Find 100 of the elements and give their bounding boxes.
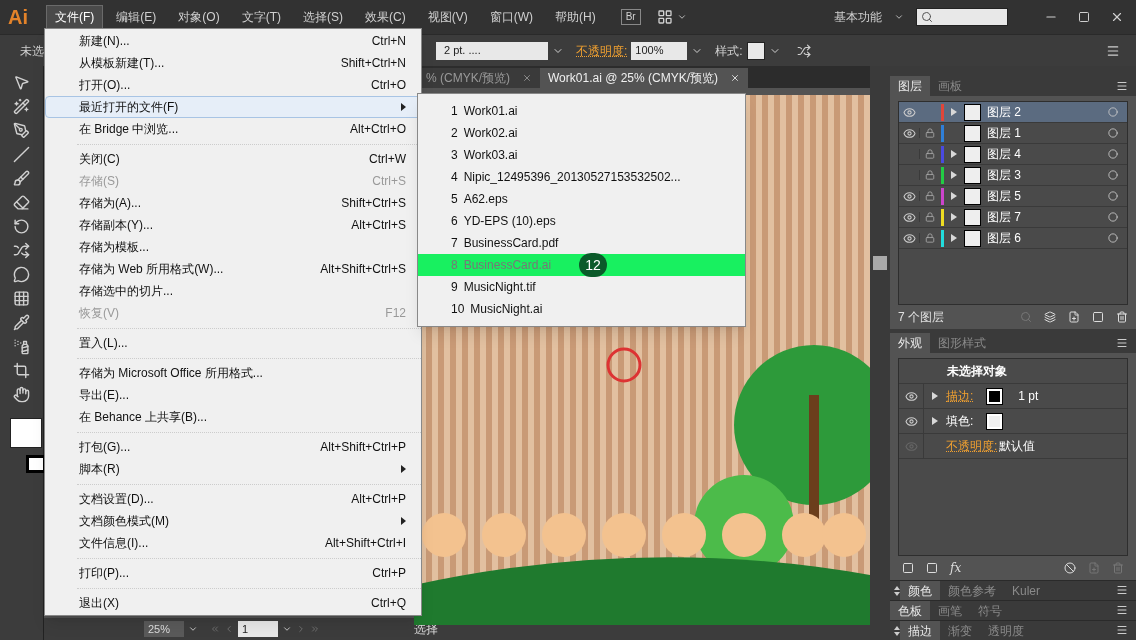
panel-tab[interactable]: 图层 [890,76,930,96]
menu-option[interactable]: 文件信息(I)... Alt+Shift+Ctrl+I [77,532,421,554]
target-icon[interactable] [1108,191,1118,201]
page-field[interactable]: 1 [238,621,278,637]
panel-menu-icon[interactable] [1116,584,1128,596]
new-sublayer-icon[interactable] [1068,311,1080,323]
expand-arrow-icon[interactable] [951,150,957,158]
menu-option[interactable]: 新建(N)... Ctrl+N [45,30,421,52]
eye-icon[interactable] [902,105,916,119]
clear-icon[interactable] [1064,562,1076,574]
menu-option[interactable]: 存储为 Microsoft Office 所用格式... [77,362,421,384]
expand-arrow-icon[interactable] [951,171,957,179]
magic-wand-icon[interactable] [13,98,30,115]
menu-option[interactable]: 导出(E)... [77,384,421,406]
target-icon[interactable] [1108,170,1118,180]
lock-icon[interactable] [925,149,935,159]
selection-icon[interactable] [13,74,30,91]
close-icon[interactable] [1110,10,1124,24]
expand-arrow-icon[interactable] [932,392,938,400]
new-fill-icon[interactable] [926,562,938,574]
close-icon[interactable] [730,73,740,83]
recent-file-option[interactable]: 9 MusicNight.tif [418,276,745,298]
menu-item[interactable]: 视图(V) [418,5,477,29]
layer-row[interactable]: 图层 7 [899,207,1127,228]
workspace-switcher[interactable]: 基本功能 [826,8,890,26]
line-icon[interactable] [13,146,30,163]
menu-option[interactable]: 在 Bridge 中浏览... Alt+Ctrl+O [45,118,421,140]
delete-icon[interactable] [1116,311,1128,323]
color-swatch[interactable] [987,413,1003,429]
hand-icon[interactable] [13,386,30,403]
menu-option[interactable]: 打包(G)... Alt+Shift+Ctrl+P [77,436,421,458]
maximize-icon[interactable] [1078,11,1090,23]
scrollbar-thumb[interactable] [873,256,887,270]
new-layer-icon[interactable] [1092,311,1104,323]
recent-file-option[interactable]: 7 BusinessCard.pdf [418,232,745,254]
menu-option[interactable]: 从模板新建(T)... Shift+Ctrl+N [45,52,421,74]
lock-icon[interactable] [925,212,935,222]
expand-arrow-icon[interactable] [951,234,957,242]
panel-tab[interactable]: 色板 [890,601,930,620]
menu-option[interactable]: 打开(O)... Ctrl+O [45,74,421,96]
recent-file-option[interactable]: 3 Work03.ai [418,144,745,166]
lock-icon[interactable] [925,128,935,138]
menu-option[interactable]: 存储为 Web 所用格式(W)... Alt+Shift+Ctrl+S [77,258,421,280]
lock-icon[interactable] [925,170,935,180]
eye-icon[interactable] [904,414,918,428]
style-swatch[interactable] [746,41,765,60]
recent-file-option[interactable]: 5 A62.eps [418,188,745,210]
recent-file-option[interactable]: 10 MusicNight.ai [418,298,745,320]
menu-option[interactable]: 脚本(R) [77,458,421,480]
rotate-icon[interactable] [13,218,30,235]
panel-menu-icon[interactable] [1116,604,1128,616]
recent-file-option[interactable]: 2 Work02.ai [418,122,745,144]
menu-option[interactable]: 存储为模板... [77,236,421,258]
expand-arrow-icon[interactable] [951,213,957,221]
caret-icon[interactable] [282,624,292,634]
stroke-weight-field[interactable]: 2 pt. .... [436,41,548,60]
menu-item[interactable]: 文字(T) [232,5,290,29]
eraser-icon[interactable] [13,194,30,211]
panel-menu-icon[interactable] [1106,43,1120,58]
appearance-row[interactable]: 描边: 1 pt [899,384,1127,409]
eye-icon[interactable] [902,231,916,245]
caret-icon[interactable] [676,12,687,22]
recent-file-option[interactable]: 8 BusinessCard.ai 12 [418,254,745,276]
document-tab[interactable]: Work01.ai @ 25% (CMYK/预览) [540,68,748,88]
color-swatch[interactable] [987,388,1003,404]
new-stroke-icon[interactable] [902,562,914,574]
menu-item[interactable]: 选择(S) [294,5,352,29]
layer-row[interactable]: 图层 3 [899,165,1127,186]
search-field[interactable] [916,8,1008,26]
mesh-icon[interactable] [13,290,30,307]
lock-icon[interactable] [925,233,935,243]
opacity-link[interactable]: 不透明度: [576,41,628,60]
menu-option[interactable]: 存储为(A)... Shift+Ctrl+S [77,192,421,214]
menu-option[interactable]: 退出(X) Ctrl+Q [77,592,421,614]
target-icon[interactable] [1108,149,1118,159]
bridge-button[interactable]: Br [620,9,641,25]
brush-icon[interactable] [13,170,30,187]
layer-row[interactable]: 图层 2 [899,102,1127,123]
pen-icon[interactable] [13,122,30,139]
menu-option[interactable]: 置入(L)... [77,332,421,354]
target-icon[interactable] [1108,212,1118,222]
appearance-row[interactable]: 不透明度: 默认值 [899,434,1127,459]
menu-option[interactable]: 存储选中的切片... [77,280,421,302]
stroke-swatch[interactable] [26,455,46,473]
eye-icon[interactable] [902,126,916,140]
panel-tab[interactable]: 外观 [890,333,930,353]
target-icon[interactable] [1108,128,1118,138]
menu-item[interactable]: 文件(F) [46,5,104,29]
menu-option[interactable]: 打印(P)... Ctrl+P [77,562,421,584]
panel-menu-icon[interactable] [1116,624,1128,636]
menu-option[interactable]: 存储副本(Y)... Alt+Ctrl+S [77,214,421,236]
eye-icon[interactable] [902,189,916,203]
eye-icon[interactable] [904,389,918,403]
menu-item[interactable]: 帮助(H) [546,5,605,29]
layer-row[interactable]: 图层 1 [899,123,1127,144]
recent-file-option[interactable]: 6 YD-EPS (10).eps [418,210,745,232]
expand-arrow-icon[interactable] [932,417,938,425]
opacity-field[interactable]: 100% [631,41,688,60]
spray-can-icon[interactable] [13,338,30,355]
menu-item[interactable]: 编辑(E) [107,5,166,29]
